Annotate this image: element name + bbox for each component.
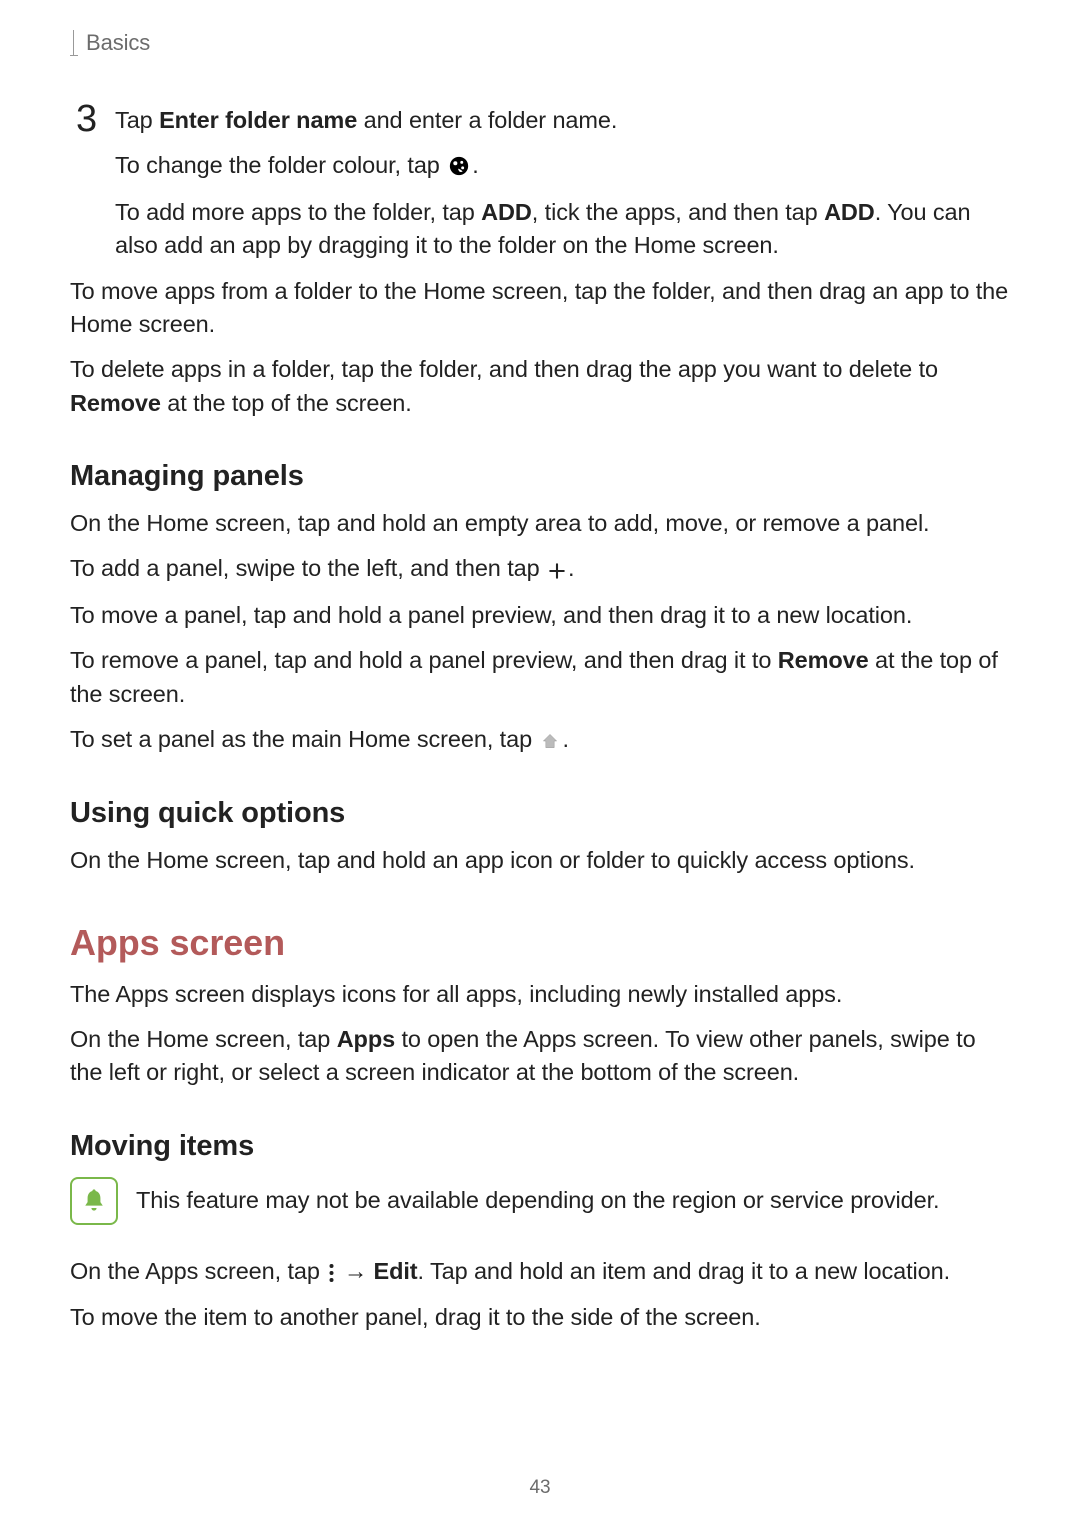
text: To remove a panel, tap and hold a panel … <box>70 647 778 673</box>
paragraph: On the Home screen, tap and hold an empt… <box>70 507 1010 540</box>
text: . Tap and hold an item and drag it to a … <box>418 1258 951 1284</box>
text: On the Home screen, tap <box>70 1026 337 1052</box>
text: . <box>568 555 574 581</box>
text-bold: Enter folder name <box>159 107 357 133</box>
heading-apps-screen: Apps screen <box>70 922 1010 964</box>
paragraph-open-apps: On the Home screen, tap Apps to open the… <box>70 1023 1010 1090</box>
step-line-1: Tap Enter folder name and enter a folder… <box>115 104 1010 137</box>
text: . <box>472 152 478 178</box>
text: , tick the apps, and then tap <box>532 199 824 225</box>
page-header: Basics <box>70 30 1010 56</box>
text: To delete apps in a folder, tap the fold… <box>70 356 938 382</box>
text-bold: Apps <box>337 1026 395 1052</box>
heading-moving-items: Moving items <box>70 1130 1010 1163</box>
page-number: 43 <box>530 1477 551 1499</box>
home-icon <box>540 724 560 757</box>
step-line-3: To add more apps to the folder, tap ADD,… <box>115 196 1010 263</box>
text: and enter a folder name. <box>357 107 617 133</box>
paragraph: To move a panel, tap and hold a panel pr… <box>70 599 1010 632</box>
text: To set a panel as the main Home screen, … <box>70 726 538 752</box>
more-icon <box>328 1256 335 1289</box>
text: at the top of the screen. <box>161 390 412 416</box>
paragraph: The Apps screen displays icons for all a… <box>70 978 1010 1011</box>
step-line-2: To change the folder colour, tap . <box>115 149 1010 183</box>
notice-text: This feature may not be available depend… <box>136 1184 939 1217</box>
paragraph-remove-panel: To remove a panel, tap and hold a panel … <box>70 644 1010 711</box>
plus-icon <box>548 553 566 586</box>
step-3: 3 Tap Enter folder name and enter a fold… <box>76 104 1010 275</box>
paragraph-edit-apps: On the Apps screen, tap → Edit. Tap and … <box>70 1255 1010 1289</box>
step-number: 3 <box>76 100 97 138</box>
text-bold: ADD <box>481 199 532 225</box>
text: To add more apps to the folder, tap <box>115 199 481 225</box>
heading-quick-options: Using quick options <box>70 797 1010 830</box>
text: . <box>562 726 568 752</box>
text: → <box>337 1258 373 1284</box>
paragraph-set-main: To set a panel as the main Home screen, … <box>70 723 1010 757</box>
text: Tap <box>115 107 159 133</box>
paragraph-delete-apps: To delete apps in a folder, tap the fold… <box>70 353 1010 420</box>
paragraph-move-apps: To move apps from a folder to the Home s… <box>70 275 1010 342</box>
bell-icon <box>70 1177 118 1225</box>
notice-box: This feature may not be available depend… <box>70 1177 1010 1225</box>
paragraph: On the Home screen, tap and hold an app … <box>70 844 1010 877</box>
paragraph-add-panel: To add a panel, swipe to the left, and t… <box>70 552 1010 586</box>
text: To change the folder colour, tap <box>115 152 446 178</box>
text-bold: ADD <box>824 199 875 225</box>
paragraph: To move the item to another panel, drag … <box>70 1301 1010 1334</box>
text: On the Apps screen, tap <box>70 1258 326 1284</box>
palette-icon <box>448 150 470 183</box>
header-tick-ornament <box>70 30 74 56</box>
text-bold: Edit <box>374 1258 418 1284</box>
text: To add a panel, swipe to the left, and t… <box>70 555 546 581</box>
heading-managing-panels: Managing panels <box>70 460 1010 493</box>
breadcrumb: Basics <box>86 30 150 56</box>
text-bold: Remove <box>70 390 161 416</box>
text-bold: Remove <box>778 647 869 673</box>
